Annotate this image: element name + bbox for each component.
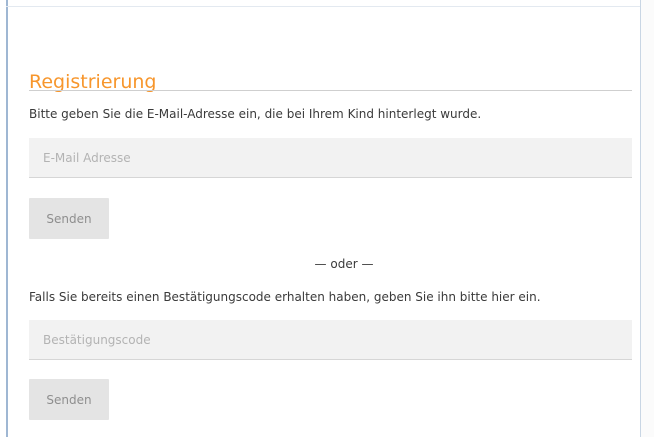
code-instruction: Falls Sie bereits einen Bestätigungscode…	[29, 290, 541, 304]
code-submit-button[interactable]: Senden	[29, 379, 109, 420]
title-divider	[29, 90, 632, 91]
email-input[interactable]	[29, 138, 632, 178]
window-left-border	[6, 0, 8, 437]
email-submit-button[interactable]: Senden	[29, 198, 109, 239]
registration-panel: Registrierung Bitte geben Sie die E-Mail…	[29, 0, 632, 437]
email-instruction: Bitte geben Sie die E-Mail-Adresse ein, …	[29, 107, 482, 121]
or-divider: — oder —	[314, 257, 374, 271]
confirmation-code-input[interactable]	[29, 320, 632, 360]
scrollbar-track[interactable]	[641, 0, 654, 437]
